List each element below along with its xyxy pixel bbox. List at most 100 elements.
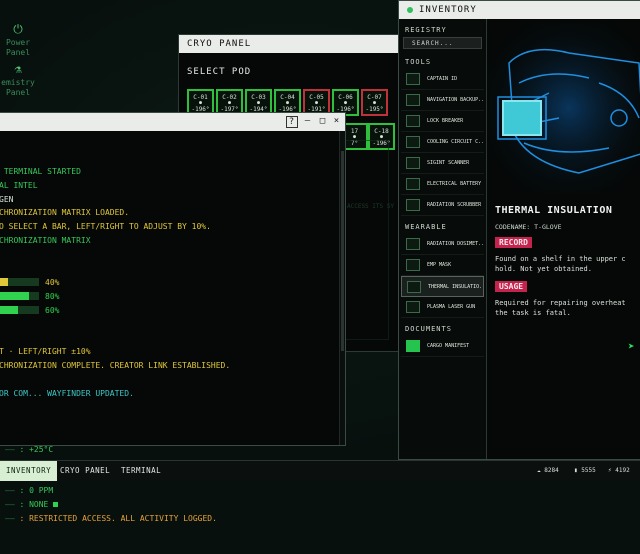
terminal-line: CHRONIZATION MATRIX	[0, 236, 91, 246]
chemistry-panel-label-2: Panel	[5, 88, 31, 97]
inventory-item[interactable]: COOLING CIRCUIT C...	[401, 132, 484, 153]
terminal-titlebar[interactable]: ? – □ ×	[0, 113, 345, 131]
inventory-item[interactable]: LOCK BREAKER	[401, 111, 484, 132]
terminal-window: ? – □ × TERMINAL STARTED AL INTEL GEN CHRON…	[0, 112, 346, 523]
close-button[interactable]: ×	[331, 116, 343, 128]
terminal-line: OR COM... WAYFINDER UPDATED.	[0, 389, 134, 399]
taskbar-tab-terminal[interactable]: TERMINAL	[115, 461, 167, 481]
mouse-cursor-icon: ➤	[628, 340, 635, 353]
reading-value: : 0 PPM	[19, 486, 54, 496]
glove-icon	[407, 281, 421, 293]
item-title: THERMAL INSULATION	[495, 205, 613, 216]
inventory-item-label: CAPTAIN ID	[427, 76, 458, 82]
inventory-item[interactable]: RADIATION DOSIMET...	[401, 234, 484, 255]
stat-power: ⚡ 4192	[608, 461, 630, 481]
usage-tag: USAGE	[495, 281, 528, 292]
chemistry-panel-shortcut[interactable]: ⚗ emistry Panel	[0, 62, 36, 98]
scanner-icon	[406, 157, 420, 169]
sync-bar[interactable]	[0, 292, 39, 301]
inventory-item[interactable]: EMP MASK	[401, 255, 484, 276]
maximize-button[interactable]: □	[317, 116, 329, 128]
sync-bar[interactable]	[0, 306, 39, 315]
sync-bar-fill	[0, 278, 8, 287]
circuit-icon	[406, 136, 420, 148]
terminal-line: CHRONIZATION MATRIX LOADED.	[0, 208, 130, 218]
inventory-window: INVENTORY REGISTRY SEARCH... TOOLS CAPTA…	[398, 0, 640, 460]
minimize-button[interactable]: –	[302, 116, 314, 128]
inventory-item[interactable]: SIGINT SCANNER	[401, 153, 484, 174]
item-codename: CODENAME: T-GLOVE	[495, 223, 562, 231]
taskbar-tab-cryo-panel[interactable]: CRYO PANEL	[54, 461, 116, 481]
terminal-line: TERMINAL STARTED	[0, 166, 81, 176]
cloud-icon: ☁	[537, 467, 541, 474]
inventory-item[interactable]: RADIATION SCRUBBER	[401, 195, 484, 216]
stat-power-value: 4192	[615, 467, 630, 474]
tools-heading: TOOLS	[405, 58, 432, 66]
scrubber-icon	[406, 199, 420, 211]
sync-bar-row[interactable]: 80%	[0, 290, 339, 304]
inventory-item[interactable]: CAPTAIN ID	[401, 69, 484, 90]
thermal-glove-illustration	[489, 23, 640, 193]
reading-value: : RESTRICTED ACCESS. ALL ACTIVITY LOGGED…	[19, 514, 217, 524]
cryo-faint-text: ACCESS ITS SY	[347, 203, 394, 210]
stat-cloud: ☁ 8284	[537, 461, 559, 481]
inventory-search-input[interactable]: SEARCH...	[403, 37, 482, 49]
help-button[interactable]: ?	[286, 116, 298, 128]
dosimeter-icon	[406, 238, 420, 250]
environment-reading: —— : 0 PPM	[0, 484, 339, 498]
terminal-line: GEN	[0, 194, 14, 204]
taskbar-tab-inventory[interactable]: INVENTORY	[0, 461, 58, 481]
wearable-heading: WEARABLE	[405, 223, 447, 231]
terminal-line: O SELECT A BAR, LEFT/RIGHT TO ADJUST BY …	[0, 222, 211, 232]
sync-bar-fill	[0, 292, 29, 301]
sync-bar-row[interactable]: 40%	[0, 276, 339, 290]
terminal-line: T · LEFT/RIGHT ±10%	[0, 347, 91, 357]
sync-bar-value: 60%	[45, 305, 60, 315]
reading-value: : NONE	[19, 500, 49, 510]
pod-temp: -195°	[365, 106, 384, 113]
inventory-titlebar[interactable]: INVENTORY	[399, 1, 640, 19]
record-tag: RECORD	[495, 237, 532, 248]
power-panel-label-1: Power	[5, 38, 31, 47]
chemistry-panel-label-1: emistry	[1, 78, 35, 87]
power-panel-shortcut[interactable]: ⏻ Power Panel	[0, 22, 36, 58]
usage-text-line2: the task is fatal.	[495, 309, 571, 317]
lock-breaker-icon	[406, 115, 420, 127]
reading-dash: ——	[5, 486, 20, 496]
cryo-panel-titlebar[interactable]: CRYO PANEL	[179, 35, 399, 53]
sync-bar-row[interactable]: 60%	[0, 304, 339, 318]
item-detail-panel: THERMAL INSULATION CODENAME: T-GLOVE REC…	[489, 19, 640, 459]
flask-icon: ⚗	[14, 62, 22, 76]
inventory-item[interactable]: NAVIGATION BACKUP...	[401, 90, 484, 111]
signal-icon: ▮	[574, 467, 578, 474]
terminal-scrollbar[interactable]	[339, 131, 345, 445]
terminal-scrollbar-thumb[interactable]	[341, 151, 344, 351]
reading-value: : +25°C	[19, 444, 54, 454]
registry-heading: REGISTRY	[405, 26, 447, 34]
sync-bar[interactable]	[0, 278, 39, 287]
inventory-item-label: LOCK BREAKER	[427, 118, 464, 124]
taskbar: INVENTORY CRYO PANEL TERMINAL ☁ 8284 ▮ 5…	[0, 460, 640, 481]
inventory-item-label: EMP MASK	[427, 262, 452, 268]
record-text-line2: hold. Not yet obtained.	[495, 265, 592, 273]
select-pod-heading: SELECT POD	[187, 67, 252, 77]
stat-signal-value: 5555	[581, 467, 596, 474]
inventory-item[interactable]: THERMAL INSULATIO...	[401, 276, 484, 297]
battery-icon	[406, 178, 420, 190]
inventory-item-label: CARGO MANIFEST	[427, 343, 470, 349]
inventory-item[interactable]: CARGO MANIFEST	[401, 336, 484, 357]
pod-tile[interactable]: C-07 ● -195°	[361, 89, 388, 116]
inventory-item[interactable]: PLASMA LASER GUN	[401, 297, 484, 318]
sync-bar-value: 40%	[45, 277, 60, 287]
inventory-sidebar: REGISTRY SEARCH... TOOLS CAPTAIN ID NAVIG…	[399, 19, 487, 459]
reading-dash: ——	[5, 444, 20, 454]
inventory-item[interactable]: ELECTRICAL BATTERY	[401, 174, 484, 195]
id-card-icon	[406, 73, 420, 85]
inventory-item-label: PLASMA LASER GUN	[427, 304, 476, 310]
navigation-icon	[406, 94, 420, 106]
environment-reading: —— : NONE	[0, 498, 339, 512]
status-square-icon	[53, 502, 59, 508]
record-text-line1: Found on a shelf in the upper c	[495, 255, 626, 263]
